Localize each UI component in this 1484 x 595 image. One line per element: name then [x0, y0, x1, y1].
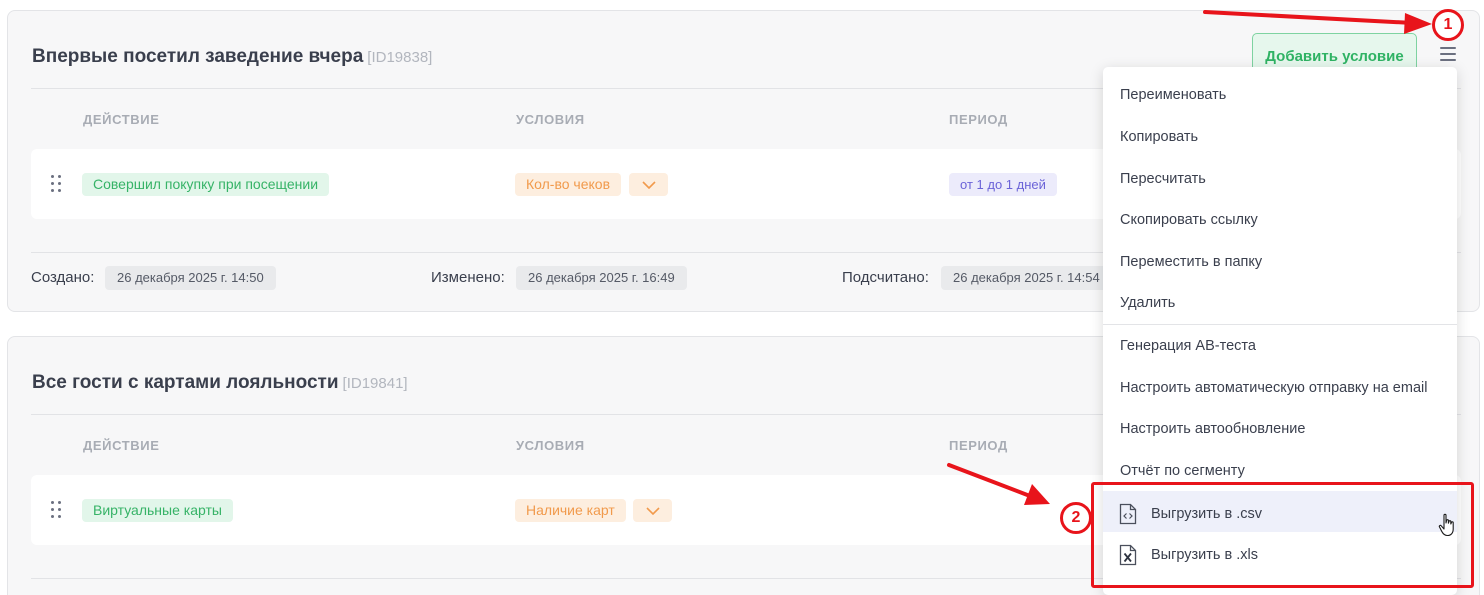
annotation-badge-2: 2	[1060, 502, 1092, 534]
annotation-badge-1: 1	[1432, 9, 1464, 41]
annotation-arrows	[947, 10, 1432, 505]
